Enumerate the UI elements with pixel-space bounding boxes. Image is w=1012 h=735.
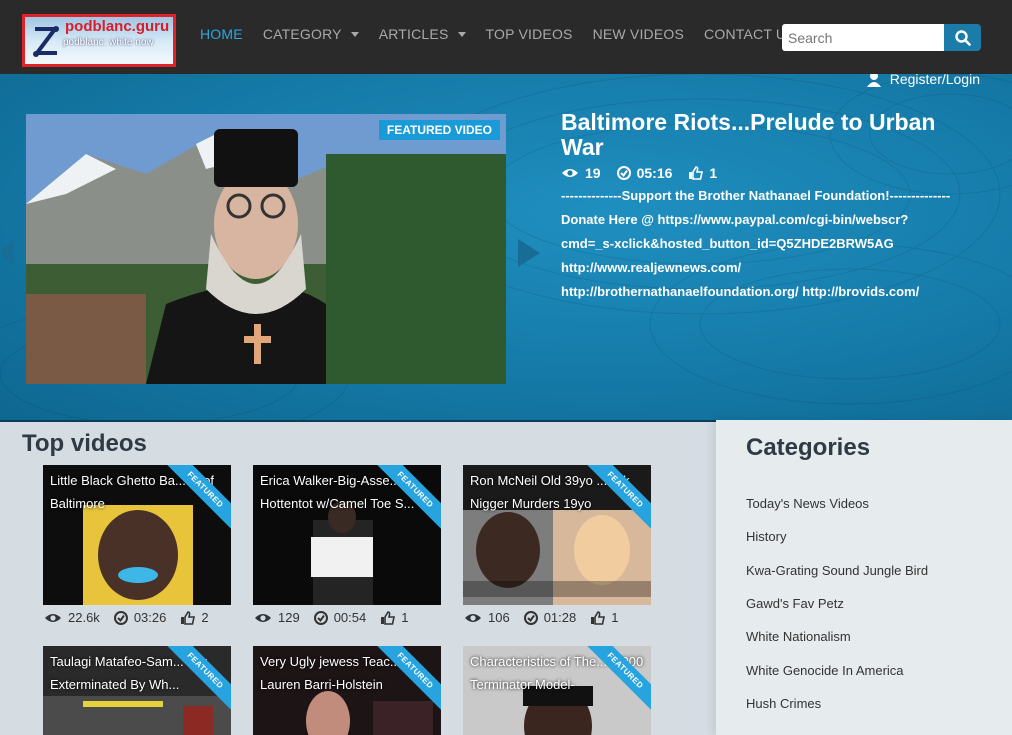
- featured-duration-value: 05:16: [636, 165, 673, 181]
- nav-articles[interactable]: ARTICLES: [379, 26, 466, 42]
- video-views-count: 22.6k: [68, 610, 100, 625]
- categories-sidebar: Categories Today's News Videos History K…: [716, 420, 1012, 735]
- search-form: [782, 24, 981, 51]
- video-views: 129: [254, 610, 300, 625]
- video-card[interactable]: Little Black Ghetto Ba...ds of Baltimore…: [43, 465, 231, 605]
- chevron-down-icon: [457, 31, 466, 37]
- category-link[interactable]: White Genocide In America: [746, 663, 904, 678]
- video-views-count: 129: [278, 610, 300, 625]
- clock-icon: [523, 610, 538, 625]
- clock-icon: [313, 610, 328, 625]
- video-likes-count: 1: [401, 610, 409, 625]
- eye-icon: [255, 613, 271, 622]
- video-likes-count: 2: [201, 610, 209, 625]
- video-card-meta: 106 01:28 1: [464, 610, 618, 625]
- featured-views-count: 19: [585, 165, 601, 181]
- category-link[interactable]: White Nationalism: [746, 629, 851, 644]
- logo-tagline: podblanc: white now: [63, 37, 154, 48]
- featured-views: 19: [561, 165, 601, 181]
- featured-stats: 19 05:16 1: [561, 165, 717, 181]
- eye-icon: [562, 169, 578, 177]
- thumbs-up-icon: [381, 610, 396, 625]
- video-duration-value: 03:26: [133, 610, 167, 625]
- eye-icon: [45, 613, 61, 622]
- category-link[interactable]: Hush Crimes: [746, 696, 821, 711]
- main-nav: HOME CATEGORY ARTICLES TOP VIDEOS NEW VI…: [200, 26, 816, 42]
- featured-likes: 1: [688, 165, 717, 181]
- nav-top-videos[interactable]: TOP VIDEOS: [486, 26, 573, 42]
- video-views: 22.6k: [44, 610, 100, 625]
- featured-thumbnail-image: [26, 114, 506, 384]
- nav-category-label: CATEGORY: [262, 26, 342, 42]
- category-link[interactable]: Kwa-Grating Sound Jungle Bird: [746, 563, 928, 578]
- slider-next-arrow-icon[interactable]: [518, 239, 540, 267]
- video-card[interactable]: Taulagi Matafeo-Sam... Mix Exterminated …: [43, 646, 231, 735]
- video-card[interactable]: Very Ugly jewess Teac... Lauren Barri-Ho…: [253, 646, 441, 735]
- video-card[interactable]: Ron McNeil Old 39yo ... Dik Nigger Murde…: [463, 465, 651, 605]
- featured-hero: Register/Login FEATURED VIDEO Baltimore …: [0, 74, 1012, 422]
- search-button[interactable]: [944, 24, 981, 51]
- top-videos-heading: Top videos: [22, 430, 147, 457]
- featured-description: --------------Support the Brother Nathan…: [561, 188, 951, 299]
- nav-category[interactable]: CATEGORY: [263, 26, 359, 42]
- featured-likes-count: 1: [709, 165, 718, 181]
- search-icon: [954, 29, 971, 46]
- featured-title[interactable]: Baltimore Riots...Prelude to Urban War: [561, 110, 981, 160]
- register-login-link[interactable]: Register/Login: [866, 74, 980, 87]
- user-icon: [866, 74, 881, 87]
- logo-brand: podblanc.guru: [65, 18, 170, 35]
- featured-duration: 05:16: [616, 165, 673, 181]
- eye-icon: [465, 613, 481, 622]
- clock-icon: [113, 610, 128, 625]
- site-logo[interactable]: podblanc.guru podblanc: white now: [22, 14, 176, 67]
- video-card[interactable]: Characteristics of The... 1,000 Terminat…: [463, 646, 651, 735]
- thumbs-up-icon: [591, 610, 606, 625]
- search-input[interactable]: [782, 24, 944, 51]
- chevron-down-icon: [350, 31, 359, 37]
- featured-video-badge: FEATURED VIDEO: [378, 120, 500, 140]
- category-link[interactable]: Gawd's Fav Petz: [746, 596, 844, 611]
- nav-articles-label: ARTICLES: [378, 26, 449, 42]
- clock-icon: [616, 166, 631, 180]
- nav-new-videos[interactable]: NEW VIDEOS: [593, 26, 684, 42]
- video-duration-value: 01:28: [543, 610, 577, 625]
- video-likes-count: 1: [611, 610, 619, 625]
- video-duration-value: 00:54: [333, 610, 367, 625]
- thumbs-up-icon: [689, 166, 704, 180]
- register-login-label: Register/Login: [889, 74, 980, 87]
- video-likes: 1: [590, 610, 618, 625]
- video-views: 106: [464, 610, 510, 625]
- featured-video-thumbnail[interactable]: FEATURED VIDEO: [26, 114, 506, 384]
- video-duration: 00:54: [313, 610, 367, 625]
- video-card-meta: 129 00:54 1: [254, 610, 408, 625]
- video-views-count: 106: [488, 610, 510, 625]
- category-link[interactable]: History: [746, 529, 786, 544]
- top-navbar: podblanc.guru podblanc: white now HOME C…: [0, 0, 1012, 74]
- categories-heading: Categories: [746, 434, 871, 461]
- video-likes: 1: [380, 610, 408, 625]
- nav-home[interactable]: HOME: [200, 26, 243, 42]
- thumbs-up-icon: [181, 610, 196, 625]
- slider-prev-arrow-icon[interactable]: [0, 239, 14, 267]
- video-card-meta: 22.6k 03:26 2: [44, 610, 209, 625]
- video-duration: 01:28: [523, 610, 577, 625]
- video-likes: 2: [180, 610, 209, 625]
- video-duration: 03:26: [113, 610, 167, 625]
- video-card[interactable]: Erica Walker-Big-Asse... Hottentot w/Cam…: [253, 465, 441, 605]
- logo-mark-icon: [33, 26, 59, 57]
- category-link[interactable]: Today's News Videos: [746, 496, 869, 511]
